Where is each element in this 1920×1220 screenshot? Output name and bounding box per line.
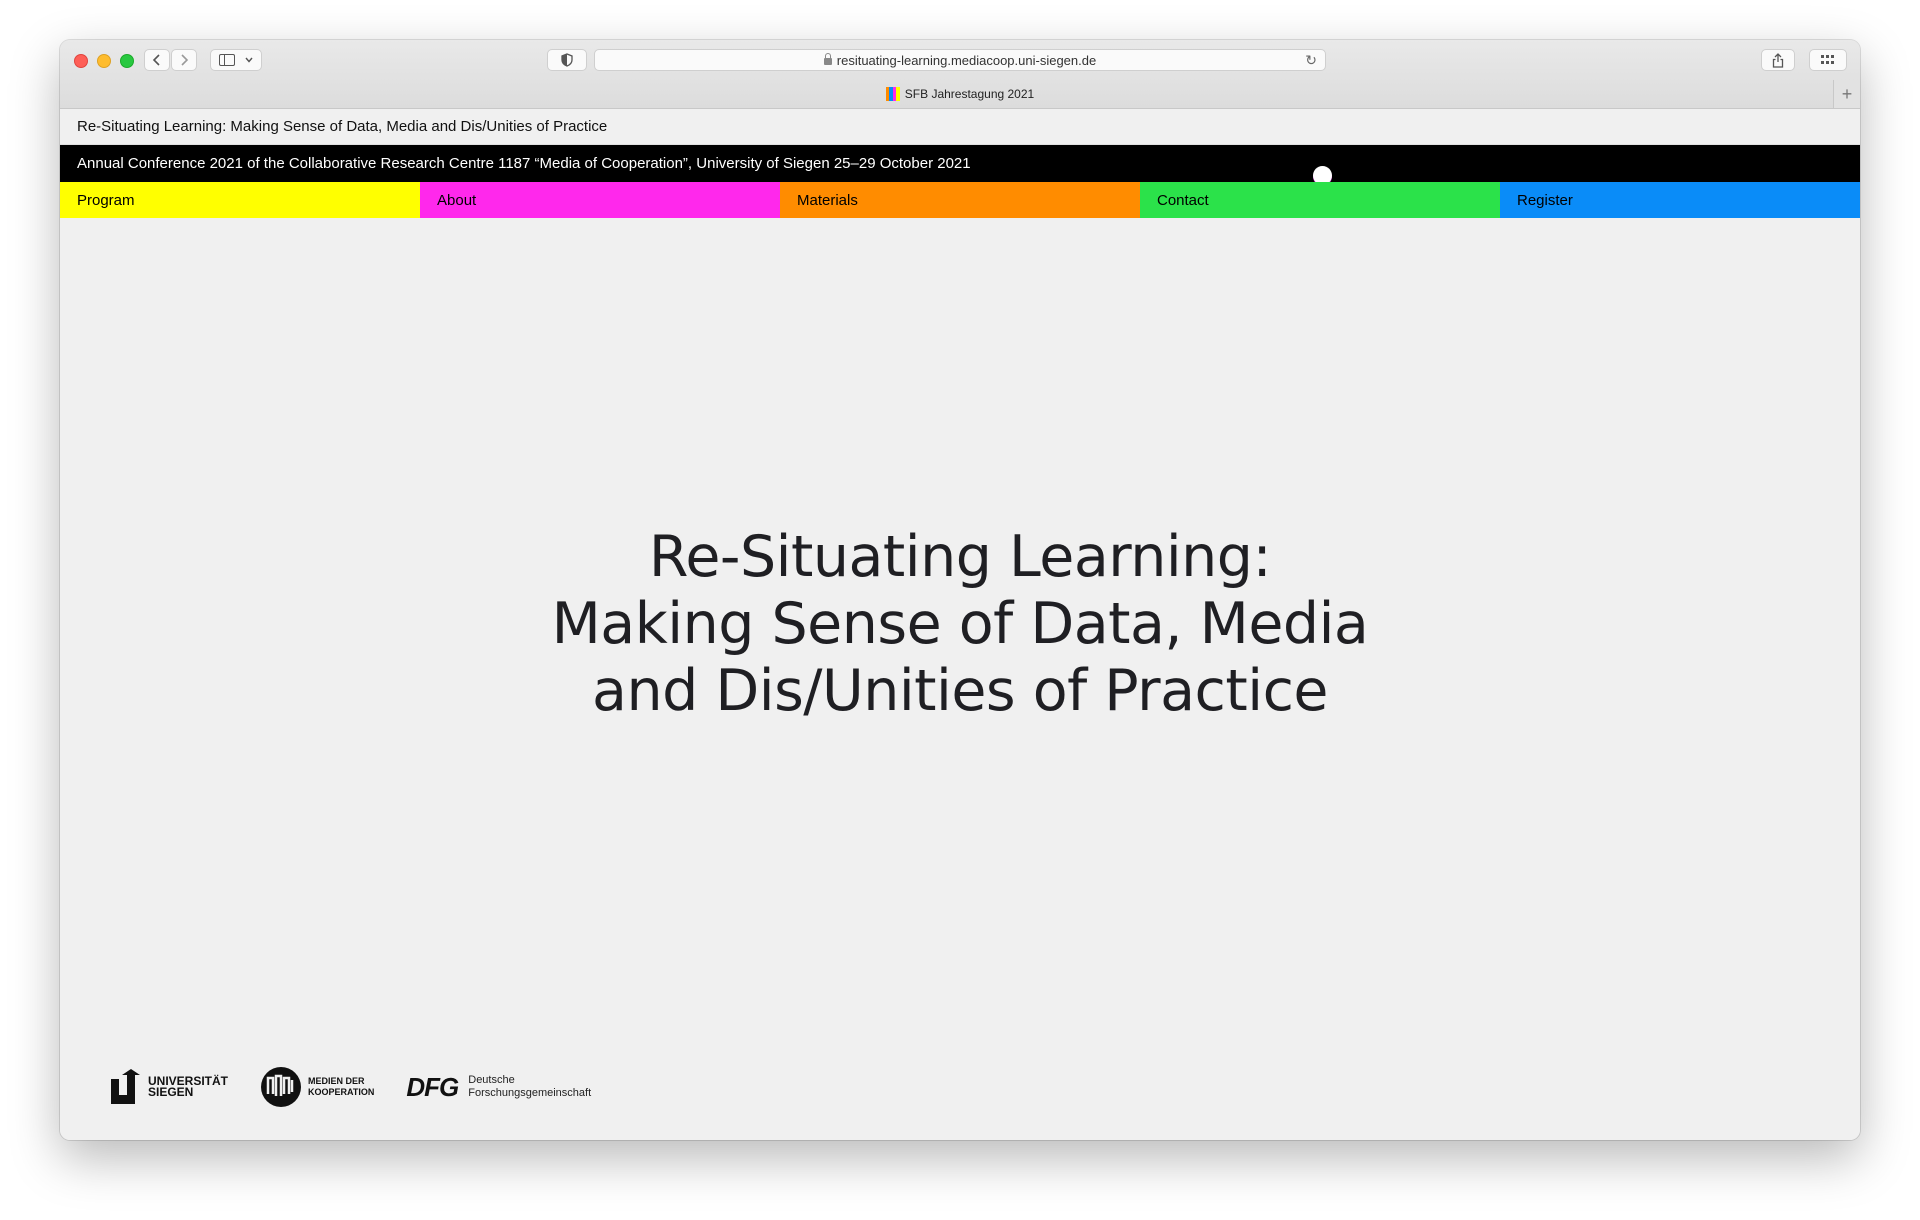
- browser-tab[interactable]: SFB Jahrestagung 2021: [60, 80, 1860, 108]
- share-button[interactable]: [1761, 49, 1795, 71]
- nav-item-materials[interactable]: Materials: [780, 182, 1140, 218]
- nav-item-contact[interactable]: Contact: [1140, 182, 1500, 218]
- sidebar-toggle-button[interactable]: [210, 49, 262, 71]
- university-siegen-logo[interactable]: UNIVERSITÄT SIEGEN: [108, 1069, 228, 1105]
- chevron-down-icon: [245, 57, 253, 63]
- shield-icon: [561, 53, 573, 67]
- grid-icon: [1821, 55, 1834, 64]
- browser-toolbar: resituating-learning.mediacoop.uni-siege…: [60, 40, 1860, 109]
- nav-item-about[interactable]: About: [420, 182, 780, 218]
- window-controls: [74, 54, 134, 68]
- dfg-mark: DFG: [406, 1071, 459, 1102]
- hero-title-line: Making Sense of Data, Media: [551, 591, 1369, 657]
- chevron-left-icon: [152, 54, 160, 66]
- nav-item-register[interactable]: Register: [1500, 182, 1860, 218]
- minimize-window-button[interactable]: [97, 54, 111, 68]
- logo-text-line: Forschungsgemeinschaft: [468, 1087, 592, 1099]
- site-title[interactable]: Re-Situating Learning: Making Sense of D…: [60, 109, 1860, 145]
- medien-der-kooperation-icon: [261, 1067, 302, 1107]
- forward-button[interactable]: [171, 49, 197, 71]
- university-siegen-icon: [111, 1069, 140, 1104]
- hero-title: Re-Situating Learning: Making Sense of D…: [60, 524, 1860, 725]
- zoom-window-button[interactable]: [120, 54, 134, 68]
- address-url: resituating-learning.mediacoop.uni-siege…: [836, 52, 1097, 68]
- sponsor-logos: UNIVERSITÄT SIEGEN MEDIEN DER KOOPERATIO…: [108, 1065, 623, 1109]
- address-bar[interactable]: resituating-learning.mediacoop.uni-siege…: [594, 49, 1326, 71]
- lock-icon: [823, 52, 832, 65]
- nav-item-program[interactable]: Program: [60, 182, 420, 218]
- tab-overview-button[interactable]: [1809, 49, 1847, 71]
- sidebar-icon: [219, 54, 235, 66]
- medien-der-kooperation-logo[interactable]: MEDIEN DER KOOPERATION: [260, 1066, 374, 1108]
- logo-text-line: KOOPERATION: [308, 1087, 375, 1097]
- web-page: Re-Situating Learning: Making Sense of D…: [60, 109, 1860, 1140]
- logo-text-line: SIEGEN: [148, 1085, 194, 1099]
- site-favicon-icon: [885, 87, 900, 101]
- reload-icon[interactable]: ↻: [1305, 52, 1317, 69]
- logo-text-line: MEDIEN DER: [308, 1076, 365, 1086]
- logo-text-line: Deutsche: [468, 1074, 515, 1086]
- dfg-logo[interactable]: DFG Deutsche Forschungsgemeinschaft: [406, 1072, 591, 1103]
- privacy-report-button[interactable]: [547, 49, 587, 71]
- share-icon: [1772, 52, 1784, 68]
- hero-title-line: Re-Situating Learning:: [648, 524, 1272, 590]
- chevron-right-icon: [181, 54, 189, 66]
- tab-title: SFB Jahrestagung 2021: [904, 87, 1035, 101]
- browser-window: resituating-learning.mediacoop.uni-siege…: [60, 40, 1860, 1140]
- close-window-button[interactable]: [74, 54, 88, 68]
- back-button[interactable]: [144, 49, 170, 71]
- new-tab-button[interactable]: +: [1833, 80, 1860, 108]
- main-navigation: Program About Materials Contact Register: [60, 182, 1860, 218]
- hero-title-line: and Dis/Unities of Practice: [592, 658, 1328, 724]
- announcement-bar: Annual Conference 2021 of the Collaborat…: [60, 145, 1860, 182]
